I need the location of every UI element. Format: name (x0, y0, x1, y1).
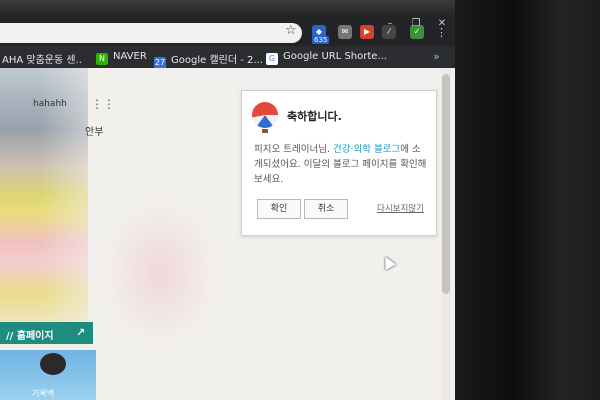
browser-window: ☆ ◆ 635 ✉ ▶ ⁄ ✓ ⋮ – ❐ ✕ AHA 맞춤운동 센.. N NAVE… (0, 18, 455, 400)
homepage-button[interactable]: // 홈페이지 ↗ (0, 322, 93, 344)
cancel-button[interactable]: 취소 (304, 199, 348, 219)
external-link-icon: ↗ (76, 326, 86, 339)
maximize-icon[interactable]: ❐ (403, 18, 429, 29)
browser-toolbar: ☆ ◆ 635 ✉ ▶ ⁄ ✓ ⋮ – ❐ ✕ (0, 18, 455, 46)
red-extension-icon[interactable]: ▶ (360, 25, 374, 39)
bookmark-star-icon[interactable]: ☆ (285, 24, 299, 38)
widget-image[interactable]: 기록백 (0, 350, 96, 400)
mail-extension-icon[interactable]: ✉ (338, 25, 352, 39)
close-icon[interactable]: ✕ (429, 18, 455, 29)
widget-caption: 기록백 (32, 389, 55, 398)
address-bar[interactable] (0, 23, 302, 43)
popup-message: 피지오 트레이너님. 건강·의학 블로그에 소개되셨어요. 이달의 블로그 페이… (254, 144, 427, 185)
background-glare (100, 198, 220, 348)
profile-name[interactable]: hahahh (33, 99, 67, 109)
bookmark-aha[interactable]: AHA 맞춤운동 센.. (2, 51, 82, 66)
ok-button[interactable]: 확인 (257, 199, 301, 219)
dont-show-again-link[interactable]: 다시보지않기 (377, 202, 424, 214)
bookmarks-overflow-icon[interactable]: » (433, 50, 440, 63)
kettlebell-icon (40, 353, 66, 375)
congratulations-popup: 축하합니다. 피지오 트레이너님. 건강·의학 블로그에 소개되셨어요. 이달의… (241, 90, 437, 236)
extension-badge: 635 (312, 36, 330, 44)
naver-icon: N (96, 53, 108, 65)
minimize-icon[interactable]: – (377, 18, 403, 29)
google-icon: G (266, 53, 278, 65)
nav-guestbook-link[interactable]: 안부 (85, 123, 103, 138)
window-controls: – ❐ ✕ (377, 18, 455, 34)
balloon-basket (262, 129, 268, 133)
bookmark-naver[interactable]: N NAVER (96, 51, 147, 65)
monitor-bezel-right (455, 0, 600, 400)
homepage-label: // 홈페이지 (6, 331, 54, 342)
bookmark-google-calendar[interactable]: 27 Google 캘린더 - 2... (154, 51, 263, 69)
blog-category-link[interactable]: 건강·의학 블로그 (333, 144, 400, 155)
scrollbar-thumb[interactable] (442, 74, 450, 294)
apps-grid-icon[interactable]: ⋮⋮ (91, 98, 115, 110)
popup-title: 축하합니다. (287, 110, 342, 123)
bookmark-google-url-shortener[interactable]: G Google URL Shorte... (266, 51, 387, 65)
blog-page: hahahh ⋮⋮ 안부 // 홈페이지 ↗ 기록백 축하합니다. 피지오 트레… (0, 68, 455, 400)
bookmarks-bar: AHA 맞춤운동 센.. N NAVER 27 Google 캘린더 - 2... … (0, 46, 455, 69)
hot-air-balloon-icon (252, 102, 278, 128)
